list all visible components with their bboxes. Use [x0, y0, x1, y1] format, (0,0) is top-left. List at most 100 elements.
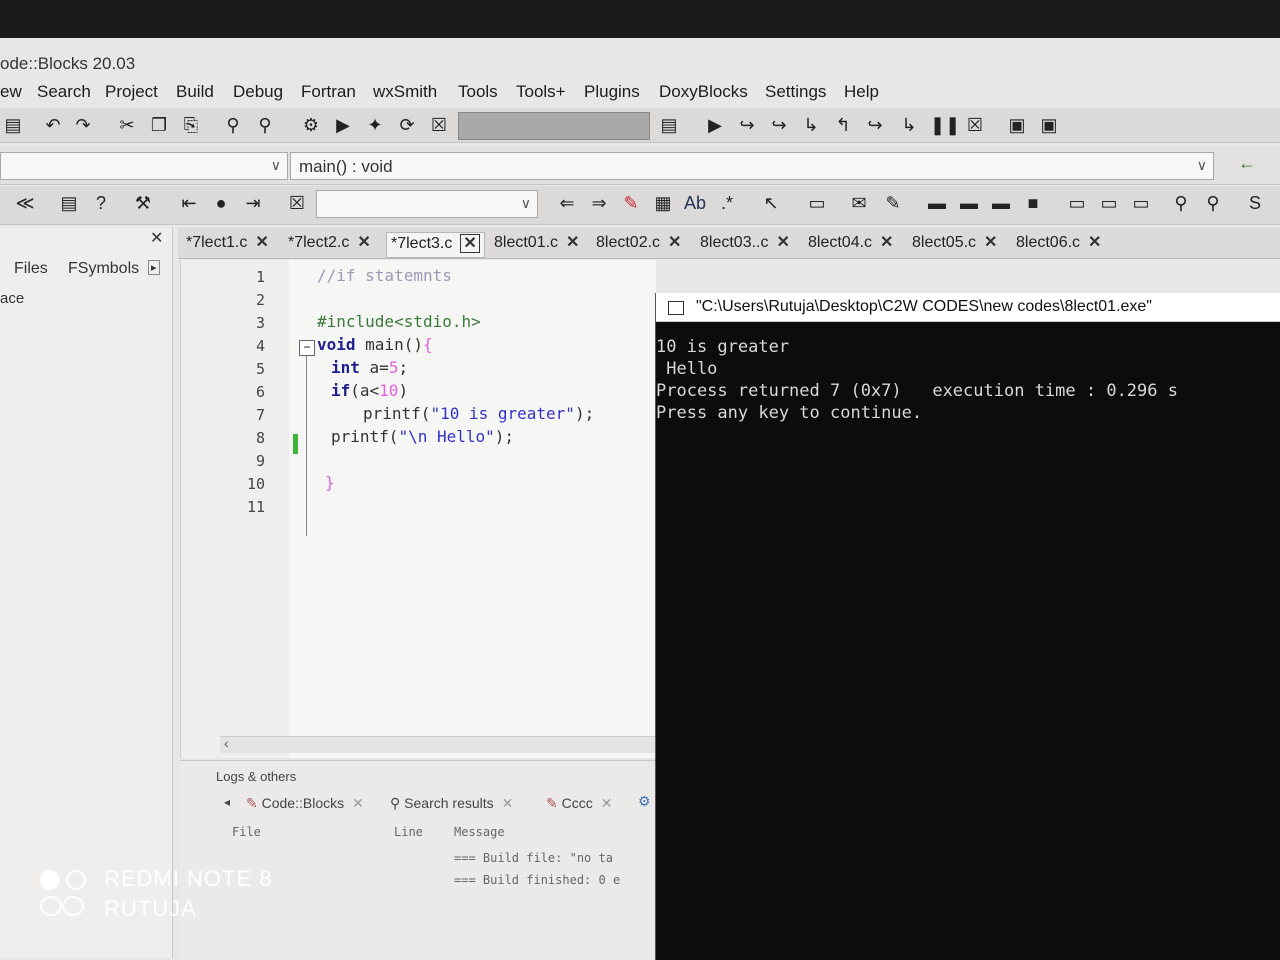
menu-settings[interactable]: Settings — [765, 82, 826, 102]
close-tab-icon[interactable]: ✕ — [255, 234, 268, 251]
shape-3-icon[interactable]: ▭ — [1130, 192, 1152, 214]
fold-minus-icon[interactable]: − — [299, 340, 315, 356]
info-icon[interactable]: ▣ — [1038, 114, 1060, 136]
close-tab-icon[interactable]: ✕ — [460, 234, 480, 253]
save-icon[interactable]: ▤ — [2, 114, 24, 136]
match-case-icon[interactable]: Ab — [684, 192, 706, 214]
help-icon[interactable]: ? — [90, 192, 112, 214]
menu-search[interactable]: Search — [37, 82, 91, 102]
menu-fortran[interactable]: Fortran — [301, 82, 356, 102]
tab-files[interactable]: Files — [14, 260, 48, 278]
build-run-icon[interactable]: ✦ — [364, 114, 386, 136]
tab-file[interactable]: 8lect06.c ✕ — [1016, 232, 1101, 256]
frame-icon[interactable]: ▭ — [806, 192, 828, 214]
close-tab-icon[interactable]: ✕ — [601, 795, 613, 811]
layout-1-icon[interactable]: ▬ — [926, 192, 948, 214]
layout-4-icon[interactable]: ■ — [1022, 192, 1044, 214]
tab-file-active[interactable]: *7lect3.c ✕ — [386, 232, 485, 258]
wrench-icon[interactable]: ⚒ — [132, 192, 154, 214]
regex-icon[interactable]: .* — [716, 192, 738, 214]
undo-icon[interactable]: ↶ — [42, 114, 64, 136]
s-icon[interactable]: S — [1244, 192, 1266, 214]
menu-debug[interactable]: Debug — [233, 82, 283, 102]
next-line-icon[interactable]: ↪ — [768, 114, 790, 136]
close-tab-icon[interactable]: ✕ — [1088, 234, 1101, 251]
next-instruction-icon[interactable]: ↪ — [864, 114, 886, 136]
menu-build[interactable]: Build — [176, 82, 214, 102]
save-all-icon[interactable]: ▤ — [58, 192, 80, 214]
find-prev-icon[interactable]: ⇐ — [556, 192, 578, 214]
copy-icon[interactable]: ❐ — [148, 114, 170, 136]
tab-codeblocks-log[interactable]: ✎ Code::Blocks ✕ — [246, 795, 364, 812]
menu-tools-plus[interactable]: Tools+ — [516, 82, 566, 102]
tab-search-results[interactable]: ⚲ Search results ✕ — [390, 795, 513, 812]
zoom-out-icon[interactable]: ⚲ — [1202, 192, 1224, 214]
close-tab-icon[interactable]: ✕ — [357, 234, 370, 251]
close-tab-icon[interactable]: ✕ — [352, 795, 364, 811]
run-to-cursor-icon[interactable]: ↪ — [736, 114, 758, 136]
build-gear-icon[interactable]: ⚙ — [300, 114, 322, 136]
pause-icon[interactable]: ❚❚ — [930, 114, 960, 136]
menu-plugins[interactable]: Plugins — [584, 82, 640, 102]
menu-tools[interactable]: Tools — [458, 82, 498, 102]
close-tab-icon[interactable]: ✕ — [776, 234, 789, 251]
redo-icon[interactable]: ↷ — [72, 114, 94, 136]
layout-3-icon[interactable]: ▬ — [990, 192, 1012, 214]
find-icon[interactable]: ⚲ — [222, 114, 244, 136]
run-icon[interactable]: ▶ — [332, 114, 354, 136]
close-tab-icon[interactable]: ✕ — [984, 234, 997, 251]
code-editor[interactable]: 1 2 3 4 5 6 7 8 9 10 11 − //if statemnts… — [180, 260, 656, 758]
layout-2-icon[interactable]: ▬ — [958, 192, 980, 214]
tab-cccc[interactable]: ✎ Cccc ✕ — [546, 795, 612, 812]
select-icon[interactable]: ▦ — [652, 192, 674, 214]
tab-file[interactable]: 8lect03..c ✕ — [700, 232, 790, 256]
next-bookmark-icon[interactable]: ⇥ — [242, 192, 264, 214]
debug-windows-icon[interactable]: ▣ — [1006, 114, 1028, 136]
horizontal-scrollbar[interactable]: ‹ — [220, 735, 655, 753]
close-tab-icon[interactable]: ✕ — [502, 795, 514, 811]
close-tab-icon[interactable]: ✕ — [566, 234, 579, 251]
edit-icon[interactable]: ✎ — [882, 192, 904, 214]
cut-icon[interactable]: ✂ — [116, 114, 138, 136]
function-combo[interactable]: main() : void ∨ — [290, 152, 1214, 180]
close-tab-icon[interactable]: ✕ — [668, 234, 681, 251]
chevron-left-icon[interactable]: ◂ — [224, 795, 230, 809]
paste-icon[interactable]: ⎘ — [180, 114, 202, 136]
menu-wxsmith[interactable]: wxSmith — [373, 82, 437, 102]
step-into-icon[interactable]: ↳ — [800, 114, 822, 136]
menu-view[interactable]: ew — [0, 82, 22, 102]
console-window[interactable]: "C:\Users\Rutuja\Desktop\C2W CODES\new c… — [655, 293, 1280, 960]
arrow-left-icon[interactable]: ≪ — [14, 192, 36, 214]
abort-icon[interactable]: ☒ — [428, 114, 450, 136]
close-tab-icon[interactable]: ✕ — [880, 234, 893, 251]
clear-icon[interactable]: ☒ — [286, 192, 308, 214]
tab-file[interactable]: *7lect2.c ✕ — [288, 232, 371, 256]
tab-file[interactable]: 8lect02.c ✕ — [596, 232, 681, 256]
tab-file[interactable]: 8lect05.c ✕ — [912, 232, 997, 256]
gear-icon[interactable]: ⚙ — [638, 793, 651, 810]
rebuild-icon[interactable]: ⟳ — [396, 114, 418, 136]
shape-1-icon[interactable]: ▭ — [1066, 192, 1088, 214]
menu-help[interactable]: Help — [844, 82, 879, 102]
search-combo[interactable]: ∨ — [316, 190, 538, 218]
envelope-icon[interactable]: ✉ — [848, 192, 870, 214]
build-target-combo[interactable] — [458, 112, 650, 140]
find-next-icon[interactable]: ⇒ — [588, 192, 610, 214]
highlight-icon[interactable]: ✎ — [620, 192, 642, 214]
chevron-right-icon[interactable]: ▸ — [148, 260, 160, 275]
tab-file[interactable]: *7lect1.c ✕ — [186, 232, 269, 256]
workspace-item[interactable]: ace — [0, 290, 24, 307]
pointer-icon[interactable]: ↖ — [760, 192, 782, 214]
doc-icon[interactable]: ▤ — [658, 114, 680, 136]
prev-bookmark-icon[interactable]: ⇤ — [178, 192, 200, 214]
menu-project[interactable]: Project — [105, 82, 158, 102]
tab-fsymbols[interactable]: FSymbols — [68, 260, 139, 278]
debug-run-icon[interactable]: ▶ — [704, 114, 726, 136]
zoom-in-icon[interactable]: ⚲ — [1170, 192, 1192, 214]
bookmark-icon[interactable]: ● — [210, 192, 232, 214]
replace-icon[interactable]: ⚲ — [254, 114, 276, 136]
scope-combo[interactable]: ∨ — [0, 152, 288, 180]
step-instruction-icon[interactable]: ↳ — [898, 114, 920, 136]
step-out-icon[interactable]: ↰ — [832, 114, 854, 136]
shape-2-icon[interactable]: ▭ — [1098, 192, 1120, 214]
